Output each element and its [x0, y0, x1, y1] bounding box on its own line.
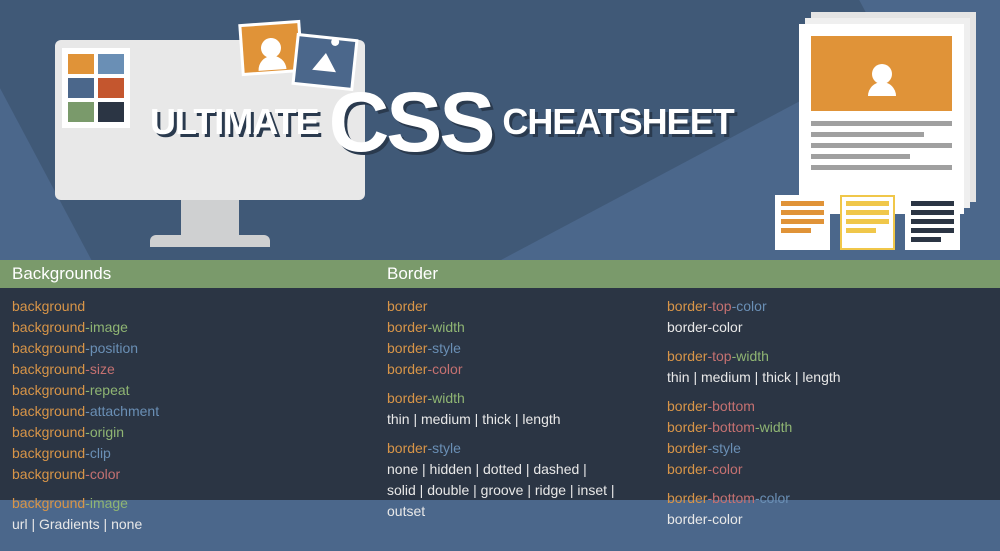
css-property: border-width — [387, 317, 617, 338]
css-property: background-image — [12, 317, 363, 338]
css-property: border-top-width — [667, 346, 841, 367]
css-property: border-width — [387, 388, 617, 409]
small-doc-blue — [905, 195, 960, 250]
title-word-1: ULTIMATE — [150, 101, 319, 143]
section-backgrounds: Backgrounds backgroundbackground-imageba… — [0, 260, 375, 500]
css-property: border-bottom-color — [667, 488, 841, 509]
title-word-2: CSS — [329, 80, 493, 164]
section-border: Border borderborder-widthborder-stylebor… — [375, 260, 1000, 500]
css-property: background-color — [12, 464, 363, 485]
css-values: border-color — [667, 317, 841, 338]
css-property: border — [387, 296, 617, 317]
title-word-3: CHEATSHEET — [502, 101, 733, 143]
cheatsheet-content: Backgrounds backgroundbackground-imageba… — [0, 260, 1000, 500]
css-property: border-bottom-width — [667, 417, 841, 438]
prop-list: borderborder-widthborder-styleborder-col… — [387, 296, 617, 380]
css-property: border-style — [387, 438, 617, 459]
css-property: border-color — [667, 459, 841, 480]
small-docs-icon — [775, 195, 960, 250]
css-property: background — [12, 296, 363, 317]
css-property: background-attachment — [12, 401, 363, 422]
small-doc-orange — [775, 195, 830, 250]
css-property: border-top-color — [667, 296, 841, 317]
page-title: ULTIMATE CSS CHEATSHEET — [150, 80, 734, 164]
css-values: none | hidden | dotted | dashed | solid … — [387, 459, 617, 522]
prop-list: backgroundbackground-imagebackground-pos… — [12, 296, 363, 485]
section-header: Backgrounds — [0, 260, 375, 288]
css-property: border-style — [667, 438, 841, 459]
css-property: border-color — [387, 359, 617, 380]
css-property: background-clip — [12, 443, 363, 464]
css-values: thin | medium | thick | length — [387, 409, 617, 430]
css-property: border-bottom — [667, 396, 841, 417]
css-property: border-style — [387, 338, 617, 359]
hero-banner: ULTIMATE CSS CHEATSHEET — [0, 0, 1000, 260]
css-values: thin | medium | thick | length — [667, 367, 841, 388]
small-doc-yellow — [840, 195, 895, 250]
css-property: background-position — [12, 338, 363, 359]
css-values: border-color — [667, 509, 841, 530]
css-property: background-repeat — [12, 380, 363, 401]
color-palette-icon — [62, 48, 130, 128]
section-header: Border — [375, 260, 1000, 288]
css-property: background-origin — [12, 422, 363, 443]
prop-list: border-bottomborder-bottom-widthborder-s… — [667, 396, 841, 480]
css-values: url | Gradients | none — [12, 514, 363, 535]
css-property: background-size — [12, 359, 363, 380]
css-property: background-image — [12, 493, 363, 514]
